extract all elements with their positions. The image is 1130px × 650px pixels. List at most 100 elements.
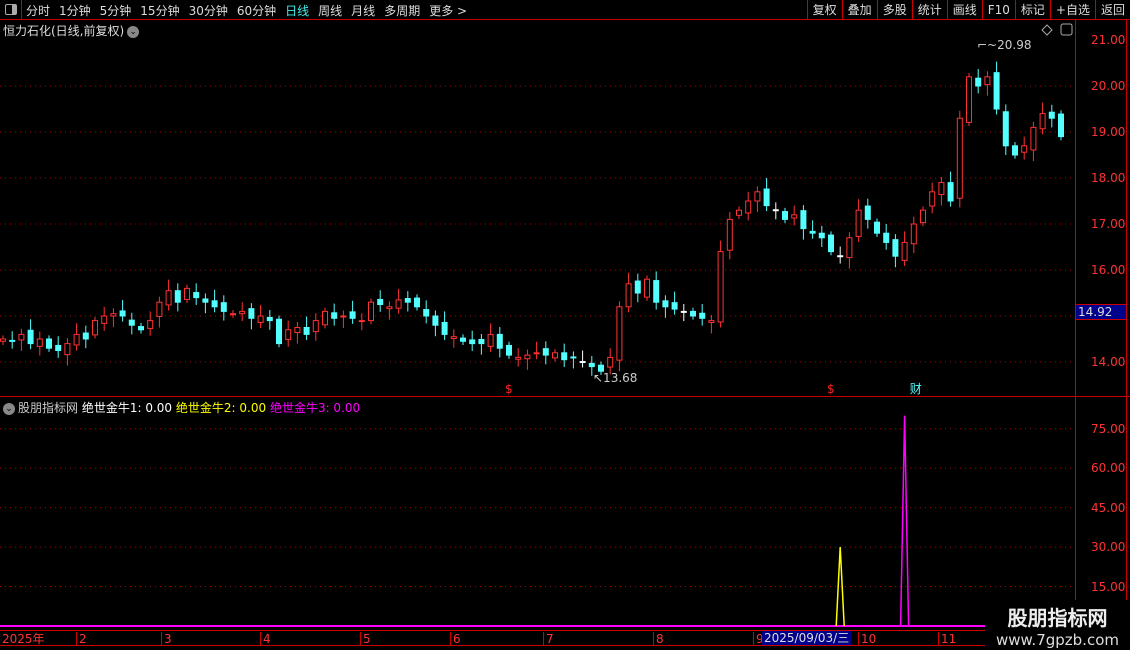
candle-body — [920, 209, 926, 224]
candle-body — [220, 302, 227, 312]
candle-body — [616, 306, 623, 361]
panel-divider[interactable] — [0, 396, 1130, 397]
high-price-label: ⌐~20.98 — [977, 38, 1031, 52]
candle-body — [966, 76, 972, 123]
candle-body — [828, 234, 834, 253]
candle-body — [165, 290, 172, 306]
cursor-date-label: 2025/09/03/三 — [762, 631, 852, 645]
candle-body — [404, 298, 411, 303]
candle-body — [699, 312, 706, 319]
y-tick: 21.00 — [1091, 33, 1126, 47]
candle-body — [607, 356, 614, 368]
candle-body — [542, 348, 549, 356]
ind-y-tick: 60.00 — [1091, 461, 1126, 475]
x-tick: 10 — [858, 632, 876, 646]
x-tick: 2 — [76, 632, 87, 646]
ind-y-tick: 15.00 — [1091, 580, 1126, 594]
candle-body — [1002, 111, 1009, 147]
candle-body — [46, 338, 52, 349]
candle-body — [193, 292, 200, 299]
candle-body — [450, 336, 457, 340]
candle-body — [1030, 126, 1037, 151]
low-price-label: ↖13.68 — [593, 371, 637, 385]
ind-y-tick: 30.00 — [1091, 540, 1126, 554]
candle-body — [266, 316, 273, 322]
candle-body — [800, 210, 807, 230]
x-tick: 11 — [938, 632, 956, 646]
candle-body — [303, 327, 310, 335]
candle-body — [211, 300, 218, 308]
y-axis-edge — [1126, 20, 1127, 630]
candle-body — [1048, 111, 1055, 119]
candle-body — [818, 232, 825, 239]
candle-body — [460, 337, 466, 342]
x-tick: 8 — [653, 632, 664, 646]
x-tick: 4 — [260, 632, 271, 646]
candle-body — [736, 209, 742, 216]
candle-body — [257, 315, 264, 323]
candle-body — [358, 320, 365, 323]
candle-body — [533, 352, 540, 355]
watermark-url: www.7gpzb.com — [996, 631, 1119, 649]
candle-body — [349, 311, 356, 319]
candle-body — [1058, 113, 1064, 138]
candle-body — [202, 298, 209, 303]
candle-body — [496, 333, 503, 349]
indicator-spike — [899, 415, 910, 627]
candle-body — [874, 221, 880, 234]
candle-body — [322, 310, 328, 326]
candle-body — [147, 320, 154, 329]
candle-body — [27, 329, 34, 345]
event-marker: $ — [505, 382, 513, 396]
candle-body — [239, 310, 246, 315]
candle-body — [331, 312, 338, 319]
candle-body — [929, 191, 936, 207]
candle-body — [55, 344, 62, 352]
ind-y-tick: 45.00 — [1091, 501, 1126, 515]
ind-y-tick: 75.00 — [1091, 422, 1126, 436]
candle-body — [1012, 145, 1018, 156]
candle-body — [947, 182, 954, 202]
watermark-name: 股朋指标网 — [1007, 606, 1108, 630]
candle-body — [377, 298, 384, 306]
candle-body — [717, 251, 724, 323]
candle-body — [883, 232, 890, 243]
candle-body — [515, 356, 522, 360]
indicator-value-2: 绝世金牛2: 0.00 — [175, 401, 267, 415]
candle-body — [174, 290, 181, 303]
candle-body — [248, 308, 255, 319]
candle-body — [395, 299, 402, 309]
candle-body — [809, 230, 816, 234]
panel-toggle-icon — [1060, 23, 1073, 36]
candle-body — [644, 278, 650, 298]
candle-body — [469, 339, 476, 345]
y-tick: 18.00 — [1091, 171, 1126, 185]
chevron-down-icon[interactable]: ⌄ — [3, 402, 15, 415]
current-price-label: 14.92 — [1075, 304, 1127, 320]
diamond-icon — [1041, 24, 1053, 36]
indicator-source[interactable]: 股朋指标网 — [18, 401, 78, 415]
candle-body — [975, 77, 982, 87]
candle-body — [312, 320, 319, 333]
candle-body — [101, 315, 108, 324]
candle-body — [772, 209, 779, 212]
x-tick: 6 — [450, 632, 461, 646]
x-tick: 3 — [161, 632, 172, 646]
candle-body — [662, 300, 669, 308]
candle-body — [938, 182, 945, 196]
candle-body — [956, 117, 963, 199]
event-marker: $ — [827, 382, 835, 396]
y-tick: 17.00 — [1091, 217, 1126, 231]
chart-canvas[interactable]: ⌐~20.98 ↖13.68 $ $ 财 — [0, 0, 1130, 650]
y-tick: 16.00 — [1091, 263, 1126, 277]
watermark: 股朋指标网 www.7gpzb.com — [985, 600, 1130, 650]
candle-body — [92, 320, 98, 336]
y-tick: 20.00 — [1091, 79, 1126, 93]
candle-body — [846, 237, 853, 259]
y-axis-line — [1075, 20, 1076, 628]
candle-body — [441, 321, 448, 335]
candle-body — [64, 343, 71, 356]
candle-body — [634, 280, 641, 294]
candle-body — [782, 211, 788, 220]
candle-body — [156, 301, 163, 317]
